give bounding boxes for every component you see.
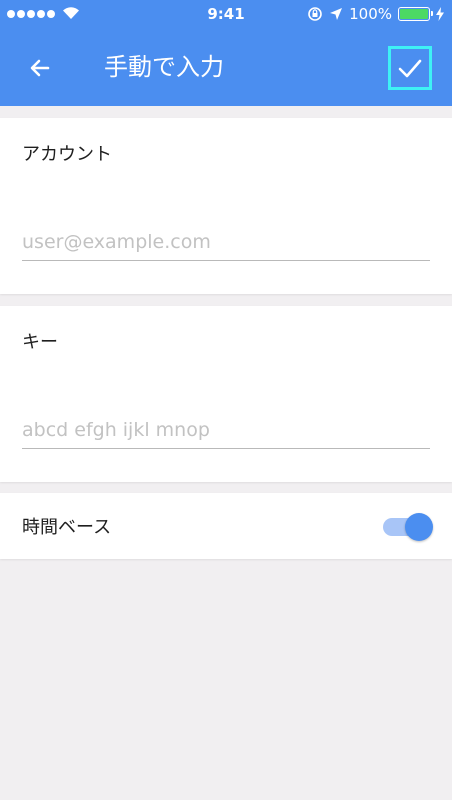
page-title: 手動で入力 <box>104 53 224 81</box>
status-bar: 9:41 100% <box>0 0 452 28</box>
key-input[interactable] <box>22 412 430 449</box>
location-arrow-icon <box>330 8 343 20</box>
account-card: アカウント <box>0 118 452 294</box>
account-input[interactable] <box>22 224 430 261</box>
orientation-lock-icon <box>308 7 322 21</box>
time-based-label: 時間ベース <box>22 517 112 538</box>
key-label: キー <box>22 332 58 353</box>
time-based-toggle[interactable] <box>381 513 433 541</box>
key-card: キー <box>0 306 452 482</box>
toggle-knob <box>405 513 433 541</box>
battery-icon <box>398 7 433 21</box>
check-icon <box>398 59 422 78</box>
battery-percentage: 100% <box>349 5 392 23</box>
time-based-row: 時間ベース <box>0 493 452 559</box>
arrow-left-icon <box>30 59 50 77</box>
account-label: アカウント <box>22 144 112 165</box>
app-bar: 手動で入力 <box>0 28 452 106</box>
charging-bolt-icon <box>436 7 444 21</box>
back-button[interactable] <box>20 48 60 88</box>
confirm-button[interactable] <box>388 46 432 90</box>
